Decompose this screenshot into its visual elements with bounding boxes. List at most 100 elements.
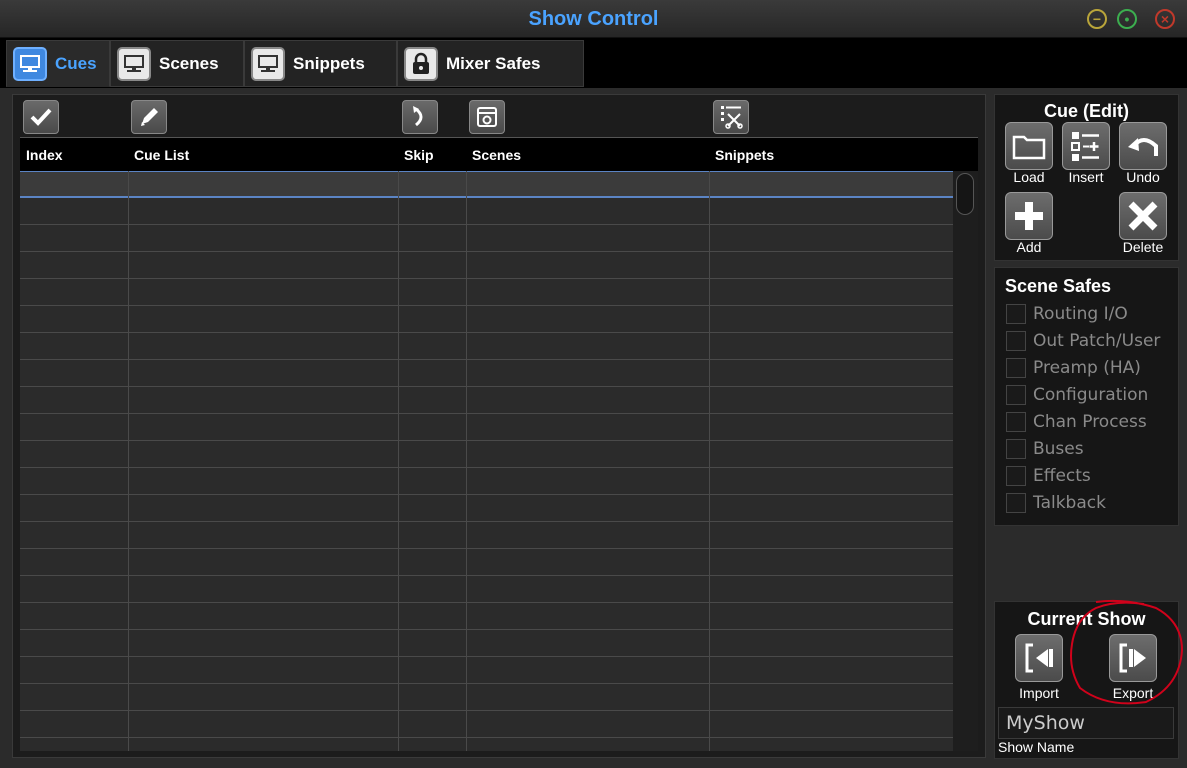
safe-out-patch-user[interactable]: Out Patch/User [1006,330,1160,352]
checkbox[interactable] [1006,412,1026,432]
column-header-skip[interactable]: Skip [404,147,434,163]
checkbox[interactable] [1006,358,1026,378]
column-divider [128,171,129,751]
export-button-label: Export [1112,685,1154,701]
undo-button[interactable] [1119,122,1167,170]
column-header-snippets[interactable]: Snippets [715,147,774,163]
import-button[interactable] [1015,634,1063,682]
tab-snippets[interactable]: Snippets [244,40,397,87]
add-button-label: Add [1016,239,1042,255]
table-row[interactable] [20,414,953,441]
table-row[interactable] [20,279,953,306]
table-row[interactable] [20,576,953,603]
table-row[interactable] [20,333,953,360]
safe-chan-process[interactable]: Chan Process [1006,411,1147,433]
checkbox[interactable] [1006,439,1026,459]
column-header-cue-list[interactable]: Cue List [134,147,189,163]
column-divider [466,171,467,751]
tab-label: Scenes [159,53,219,73]
table-row[interactable] [20,225,953,252]
checkbox[interactable] [1006,331,1026,351]
table-row[interactable] [20,198,953,225]
safe-label: Chan Process [1033,412,1147,432]
checkbox[interactable] [1006,466,1026,486]
table-row[interactable] [20,522,953,549]
tab-label: Cues [55,53,97,73]
checkmark-icon[interactable] [23,100,59,134]
safe-preamp-ha[interactable]: Preamp (HA) [1006,357,1141,379]
column-header-scenes[interactable]: Scenes [472,147,521,163]
monitor-icon [117,46,151,81]
cue-grid[interactable] [20,171,953,751]
load-button[interactable] [1005,122,1053,170]
export-button[interactable] [1109,634,1157,682]
minimize-icon[interactable]: − [1087,9,1107,29]
safe-effects[interactable]: Effects [1006,465,1091,487]
table-row[interactable] [20,738,953,751]
safe-label: Preamp (HA) [1033,358,1141,378]
table-row[interactable] [20,360,953,387]
add-button[interactable] [1005,192,1053,240]
insert-button-label: Insert [1068,169,1104,185]
show-name-input[interactable]: MyShow [998,707,1174,739]
table-row[interactable] [20,468,953,495]
table-row[interactable] [20,387,953,414]
safe-buses[interactable]: Buses [1006,438,1084,460]
safe-routing-io[interactable]: Routing I/O [1006,303,1128,325]
import-button-label: Import [1019,685,1059,701]
table-row[interactable] [20,657,953,684]
checkbox[interactable] [1006,493,1026,513]
cue-edit-title: Cue (Edit) [1044,101,1129,121]
snippet-cut-icon[interactable] [713,100,749,134]
checkbox[interactable] [1006,385,1026,405]
monitor-icon [251,46,285,81]
safe-configuration[interactable]: Configuration [1006,384,1148,406]
undo-icon [1128,138,1158,156]
tab-label: Snippets [293,53,365,73]
table-row[interactable] [20,306,953,333]
table-row[interactable] [20,252,953,279]
insert-list-icon [1071,132,1099,161]
title-bar: Show Control − • × [0,0,1187,38]
grid-scrollbar-thumb[interactable] [956,173,974,215]
show-name-label: Show Name [998,739,1075,755]
monitor-icon [13,46,47,81]
undo-button-label: Undo [1126,169,1160,185]
checkbox[interactable] [1006,304,1026,324]
x-icon [1128,201,1158,231]
tab-mixer-safes[interactable]: Mixer Safes [397,40,584,87]
column-divider [709,171,710,751]
delete-button-label: Delete [1122,239,1164,255]
table-row[interactable] [20,171,953,198]
import-icon [1025,643,1053,673]
scene-settings-icon[interactable] [469,100,505,134]
safe-label: Out Patch/User [1033,331,1161,351]
table-row[interactable] [20,549,953,576]
tab-label: Mixer Safes [446,53,541,73]
delete-button[interactable] [1119,192,1167,240]
column-header-index[interactable]: Index [26,147,63,163]
grid-scrollbar[interactable] [953,171,978,751]
table-row[interactable] [20,603,953,630]
table-row[interactable] [20,630,953,657]
pencil-icon[interactable] [131,100,167,134]
safe-label: Configuration [1033,385,1149,405]
table-row[interactable] [20,495,953,522]
insert-button[interactable] [1062,122,1110,170]
column-divider [398,171,399,751]
safe-talkback[interactable]: Talkback [1006,492,1106,514]
tab-cues[interactable]: Cues [6,40,110,87]
load-button-label: Load [1013,169,1045,185]
plus-icon [1015,202,1043,230]
grid-header: Index Cue List Skip Scenes Snippets [20,137,978,171]
safe-label: Routing I/O [1033,304,1128,324]
maximize-icon[interactable]: • [1117,9,1137,29]
table-row[interactable] [20,711,953,738]
table-row[interactable] [20,441,953,468]
table-row[interactable] [20,684,953,711]
skip-arrow-icon[interactable] [402,100,438,134]
scene-safes-title: Scene Safes [1005,276,1112,296]
close-icon[interactable]: × [1155,9,1175,29]
export-icon [1119,643,1146,673]
tab-scenes[interactable]: Scenes [110,40,244,87]
